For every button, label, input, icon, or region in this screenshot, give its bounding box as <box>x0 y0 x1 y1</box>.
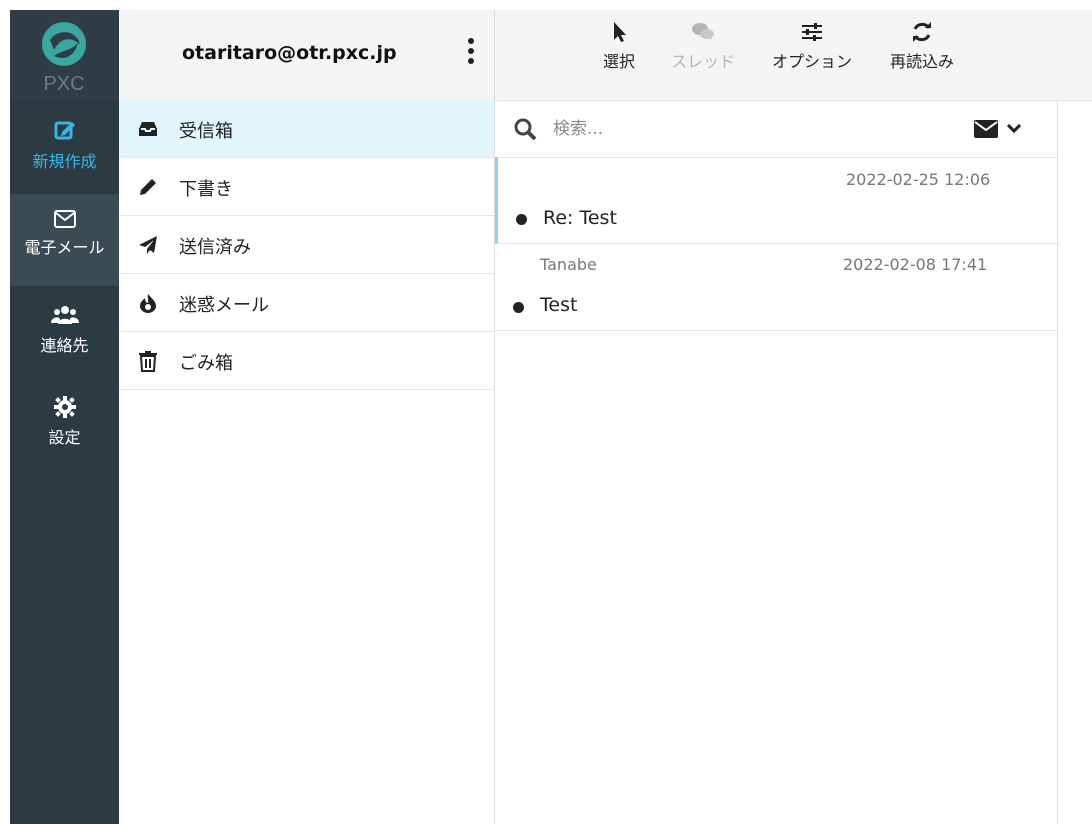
rail-item-email-label: 電子メール <box>24 238 105 257</box>
search-bar <box>495 100 1057 158</box>
chevron-down-icon[interactable] <box>1007 124 1021 134</box>
folder-inbox-label: 受信箱 <box>179 121 233 142</box>
search-icon <box>514 118 537 141</box>
folder-trash-label: ごみ箱 <box>179 353 233 374</box>
compose-label: 新規作成 <box>32 152 97 171</box>
rail-item-email[interactable]: 電子メール <box>10 194 119 286</box>
chat-bubbles-icon <box>692 23 714 41</box>
trash-icon <box>139 351 157 372</box>
folder-trash[interactable]: ごみ箱 <box>119 332 494 390</box>
account-email: otaritaro@otr.pxc.jp <box>182 42 397 64</box>
rail-item-contacts[interactable]: 連絡先 <box>10 296 119 378</box>
message-subject: Test <box>540 294 578 316</box>
envelope-icon <box>53 210 76 228</box>
reload-button[interactable]: 再読込み <box>876 20 968 72</box>
refresh-icon <box>913 22 931 42</box>
thread-label: スレッド <box>670 52 735 71</box>
rail-item-settings-label: 設定 <box>48 428 81 447</box>
folder-sent-label: 送信済み <box>179 237 251 258</box>
message-date: 2022-02-25 12:06 <box>846 170 991 189</box>
search-input[interactable] <box>551 112 915 146</box>
folder-junk-label: 迷惑メール <box>179 295 269 316</box>
message-date: 2022-02-08 17:41 <box>843 255 988 274</box>
account-menu-button[interactable] <box>466 38 476 68</box>
rail-item-settings[interactable]: 設定 <box>10 388 119 470</box>
folder-drafts[interactable]: 下書き <box>119 158 494 216</box>
rail-item-contacts-label: 連絡先 <box>40 336 89 355</box>
compose-icon <box>54 121 75 140</box>
thread-button[interactable]: スレッド <box>658 20 748 72</box>
select-button[interactable]: 選択 <box>589 20 649 72</box>
message-from: Tanabe <box>540 255 597 274</box>
svg-text:PXC: PXC <box>43 73 84 95</box>
folder-sent[interactable]: 送信済み <box>119 216 494 274</box>
select-label: 選択 <box>602 52 635 71</box>
fire-icon <box>140 294 156 313</box>
sliders-icon <box>802 23 822 41</box>
message-row[interactable]: Tanabe 2022-02-08 17:41 Test <box>495 244 1057 331</box>
brand-logo: PXC <box>10 10 119 100</box>
cursor-icon <box>614 22 626 42</box>
message-subject: Re: Test <box>543 207 617 229</box>
unread-dot-icon <box>513 302 524 313</box>
folder-inbox[interactable]: 受信箱 <box>119 100 494 158</box>
inbox-icon <box>139 122 157 136</box>
pencil-icon <box>140 179 156 195</box>
folder-junk[interactable]: 迷惑メール <box>119 274 494 332</box>
gear-icon <box>53 396 76 418</box>
contacts-icon <box>50 306 79 324</box>
compose-button[interactable]: 新規作成 <box>10 112 119 194</box>
reload-label: 再読込み <box>889 52 954 71</box>
options-label: オプション <box>771 52 852 71</box>
envelope-filter-icon[interactable] <box>974 120 998 138</box>
options-button[interactable]: オプション <box>760 20 864 72</box>
pane-divider <box>1057 100 1058 824</box>
message-row[interactable]: 2022-02-25 12:06 Re: Test <box>495 157 1060 244</box>
paper-plane-icon <box>139 236 157 254</box>
folder-drafts-label: 下書き <box>179 179 233 200</box>
unread-dot-icon <box>516 214 527 225</box>
